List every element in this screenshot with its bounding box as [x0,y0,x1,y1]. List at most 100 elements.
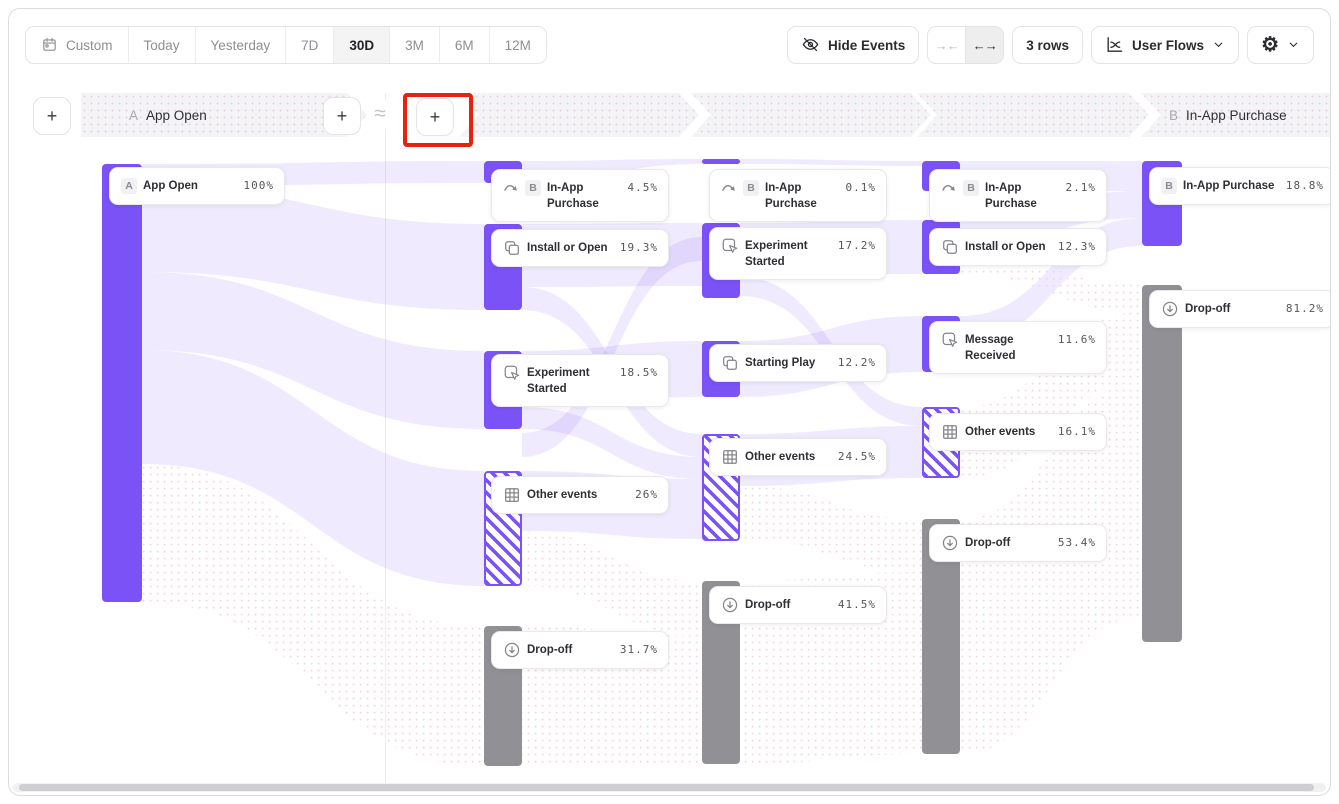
date-range-label: Today [144,38,180,53]
flow-node-percent: 12.3% [1058,239,1096,256]
flow-node-percent: 31.7% [620,642,658,659]
flow-node-percent: 41.5% [838,597,876,614]
copy-icon [941,238,959,256]
approx-symbol: ≈ [368,101,392,129]
collapse-expand-toggle: →← ←→ [927,26,1004,64]
date-range-label: Custom [66,38,113,53]
flow-card-drop-off-col4[interactable]: Drop-off 53.4% [929,524,1107,562]
date-range-yesterday[interactable]: Yesterday [195,27,286,63]
step-banner-3[interactable] [691,93,931,137]
grid-icon [721,448,739,466]
flow-node-label: In-App Purchase [985,180,1060,212]
flow-node-percent: 26% [635,487,658,504]
flow-card-drop-off-col5[interactable]: Drop-off81.2% [1149,290,1331,328]
chevron-down-icon [1212,38,1225,51]
click-icon [721,237,739,255]
eye-off-icon [801,35,820,54]
flow-node-percent: 17.2% [838,238,876,255]
flow-card-in-app-purchase-col2[interactable]: BIn-App Purchase4.5% [491,169,669,222]
flow-node-percent: 4.5% [628,180,659,197]
toolbar: Custom Today Yesterday7D30D 3M 6M 12M Hide Ev… [25,26,1314,64]
flow-node-label: Install or Open [965,239,1052,255]
add-step-highlighted-button[interactable]: + [416,98,454,136]
report-frame: Custom Today Yesterday7D30D 3M 6M 12M Hide Ev… [8,8,1331,796]
add-step-middle-button[interactable]: + [323,97,361,135]
collapse-columns-button[interactable]: →← [928,27,965,63]
add-step-before-button[interactable]: + [33,97,71,135]
user-flows-page: Custom Today Yesterday7D30D 3M 6M 12M Hide Ev… [0,0,1339,804]
rows-button[interactable]: 3 rows [1012,26,1083,64]
skip-icon [941,179,957,195]
step-b-label: In-App Purchase [1186,108,1287,123]
flow-card-other-events-col4[interactable]: Other events16.1% [929,413,1107,451]
flow-card-experiment-started-col2[interactable]: Experiment Started 18.5% [491,354,669,407]
flow-card-experiment-started-col3[interactable]: Experiment Started17.2% [709,227,887,280]
calendar-icon [41,36,58,53]
dropoff-icon [721,596,739,614]
view-selector[interactable]: User Flows [1091,26,1239,64]
step-b-badge: B [1169,108,1178,123]
horizontal-scrollbar [13,783,1326,792]
flow-card-install-or-open-col2[interactable]: Install or Open19.3% [491,229,669,267]
flow-ribbon [740,486,922,572]
date-range-30d[interactable]: 30D [333,27,389,63]
flow-card-drop-off-col3[interactable]: Drop-off 41.5% [709,586,887,624]
flow-card-in-app-purchase-col5[interactable]: BIn-App Purchase18.8% [1149,167,1331,205]
skip-icon [721,179,737,195]
flow-bar-in-app-purchase-col3[interactable] [702,159,740,164]
toolbar-right: Hide Events →← ←→ 3 rows User Flows [787,26,1314,64]
flow-node-label: In-App Purchase [765,180,840,212]
flow-node-label: Other events [527,487,629,503]
hide-events-label: Hide Events [828,38,905,53]
date-range-7d[interactable]: 7D [285,27,333,63]
date-range-custom[interactable]: Custom [26,27,128,63]
flow-bar-drop-off-col5[interactable] [1142,285,1182,642]
step-badge-b: B [963,180,979,196]
chevron-down-icon [1287,38,1300,51]
grid-icon [941,423,959,441]
step-banner-2[interactable] [459,93,699,137]
dropoff-icon [941,534,959,552]
flow-node-percent: 11.6% [1058,332,1096,349]
step-banner-b[interactable]: B In-App Purchase [1141,93,1331,137]
date-range-6m[interactable]: 6M [439,27,489,63]
flow-node-label: In-App Purchase [1183,178,1280,194]
flow-card-install-or-open-col4[interactable]: Install or Open 12.3% [929,228,1107,266]
flow-bar-app-open-col1[interactable] [102,164,142,602]
date-range-label: 3M [405,38,424,53]
settings-button[interactable]: ⚙ [1247,26,1314,64]
gear-icon: ⚙ [1261,35,1279,55]
date-range-group: Custom Today Yesterday7D30D 3M 6M 12M [25,26,547,64]
flow-card-app-open-col1[interactable]: AApp Open100% [109,167,285,205]
step-badge-b: B [1161,178,1177,194]
flow-node-percent: 0.1% [846,180,877,197]
flow-card-in-app-purchase-col3[interactable]: BIn-App Purchase0.1% [709,169,887,222]
date-range-3m[interactable]: 3M [389,27,439,63]
scrollbar-thumb[interactable] [19,784,1314,791]
flow-card-message-received-col4[interactable]: Message Received 11.6% [929,321,1107,374]
flow-node-label: Message Received [965,332,1052,364]
flow-node-label: Drop-off [527,642,614,658]
flow-node-label: Other events [965,424,1052,440]
date-range-12m[interactable]: 12M [489,27,546,63]
flow-card-drop-off-col2[interactable]: Drop-off 31.7% [491,631,669,669]
flow-node-percent: 12.2% [838,355,876,372]
flow-node-percent: 18.5% [620,365,658,382]
flow-node-label: Drop-off [965,535,1052,551]
date-range-label: 6M [455,38,474,53]
date-range-today[interactable]: Today [128,27,195,63]
flow-node-percent: 81.2% [1286,301,1324,318]
flow-node-label: Drop-off [745,597,832,613]
hide-events-button[interactable]: Hide Events [787,26,919,64]
expand-columns-button[interactable]: ←→ [965,27,1003,63]
flow-card-starting-play-col3[interactable]: Starting Play12.2% [709,344,887,382]
view-selector-label: User Flows [1132,38,1204,53]
dropoff-icon [1161,300,1179,318]
flow-card-in-app-purchase-col4[interactable]: B In-App Purchase 2.1% [929,169,1107,222]
flow-card-other-events-col2[interactable]: Other events 26% [491,476,669,514]
flow-node-percent: 53.4% [1058,535,1096,552]
flow-node-percent: 2.1% [1066,180,1097,197]
flow-card-other-events-col3[interactable]: Other events24.5% [709,438,887,476]
step-banner-4[interactable] [917,93,1149,137]
flow-node-label: Experiment Started [527,365,614,397]
